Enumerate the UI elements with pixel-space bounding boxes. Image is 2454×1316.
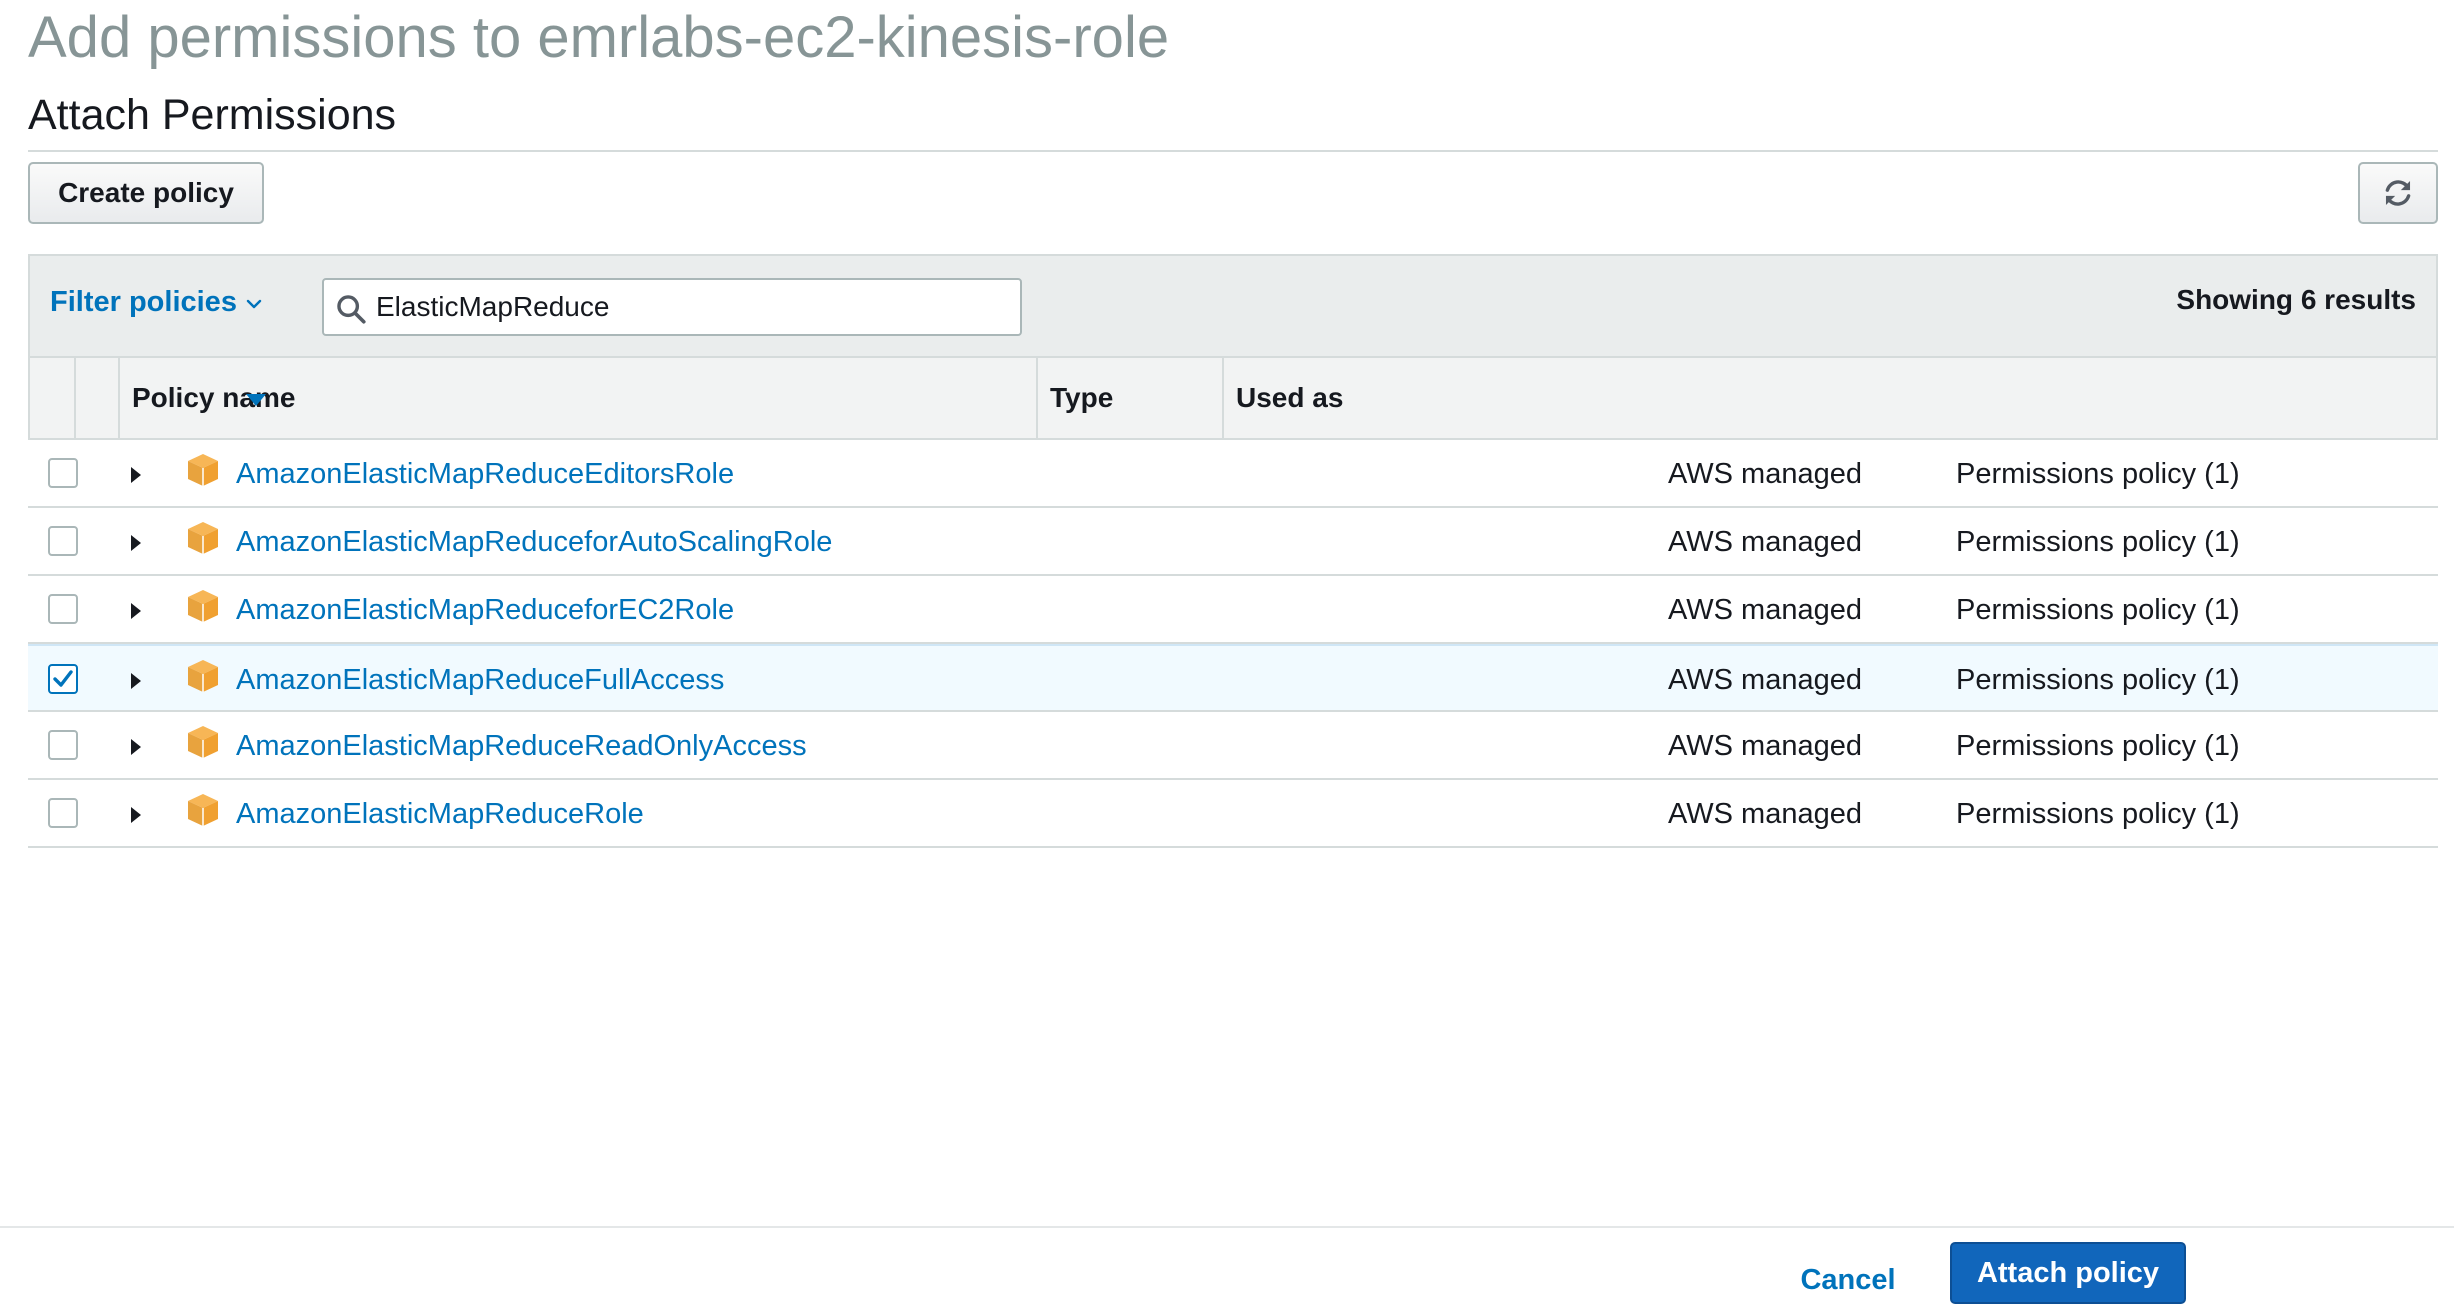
policy-cube-icon [188,794,218,826]
policy-used-as: Permissions policy (1) [1956,730,2240,762]
table-row[interactable]: AmazonElasticMapReduceRole AWS managed P… [28,780,2438,848]
refresh-button[interactable] [2358,162,2438,224]
table-row[interactable]: AmazonElasticMapReduceforAutoScalingRole… [28,508,2438,576]
policy-name-link[interactable]: AmazonElasticMapReduceReadOnlyAccess [236,730,807,763]
checkmark-icon [53,670,73,687]
table-row[interactable]: AmazonElasticMapReduceEditorsRole AWS ma… [28,440,2438,508]
table-header: Policy name Type Used as [28,356,2438,440]
policy-type: AWS managed [1668,594,1862,626]
footer-divider [0,1226,2454,1228]
table-row[interactable]: AmazonElasticMapReduceforEC2Role AWS man… [28,576,2438,644]
row-checkbox[interactable] [48,730,78,760]
policy-type: AWS managed [1668,458,1862,490]
search-box[interactable] [322,278,1022,336]
expand-arrow-icon[interactable] [130,672,142,690]
column-divider [118,358,120,438]
policy-name-link[interactable]: AmazonElasticMapReduceEditorsRole [236,458,734,491]
table-body: AmazonElasticMapReduceEditorsRole AWS ma… [28,440,2438,848]
results-count: Showing 6 results [2176,284,2416,315]
search-input[interactable] [376,284,1006,330]
table-row-selected[interactable]: AmazonElasticMapReduceFullAccess AWS man… [28,644,2438,712]
column-header-type[interactable]: Type [1050,382,1113,414]
policy-cube-icon [188,590,218,622]
divider [28,150,2438,152]
chevron-down-icon[interactable] [242,292,266,316]
policy-type: AWS managed [1668,798,1862,830]
cancel-button[interactable]: Cancel [1778,1252,1918,1308]
page-title: Add permissions to emrlabs-ec2-kinesis-r… [28,5,1170,70]
row-checkbox[interactable] [48,526,78,556]
policy-cube-icon [188,522,218,554]
policy-name-link[interactable]: AmazonElasticMapReduceFullAccess [236,664,724,697]
column-divider [1036,358,1038,438]
sort-down-icon[interactable] [246,394,266,406]
attach-policy-button[interactable]: Attach policy [1950,1242,2186,1304]
policy-name-link[interactable]: AmazonElasticMapReduceRole [236,798,644,831]
section-title: Attach Permissions [28,91,397,139]
row-checkbox[interactable] [48,594,78,624]
expand-arrow-icon[interactable] [130,602,142,620]
policy-used-as: Permissions policy (1) [1956,664,2240,696]
policy-used-as: Permissions policy (1) [1956,594,2240,626]
policy-used-as: Permissions policy (1) [1956,798,2240,830]
create-policy-button[interactable]: Create policy [28,162,264,224]
filter-bar: Filter policies Showing 6 results [28,254,2438,356]
expand-arrow-icon[interactable] [130,806,142,824]
policy-used-as: Permissions policy (1) [1956,526,2240,558]
row-checkbox-checked[interactable] [48,664,78,694]
expand-arrow-icon[interactable] [130,534,142,552]
policy-used-as: Permissions policy (1) [1956,458,2240,490]
column-header-policy-name[interactable]: Policy name [132,382,295,414]
table-row[interactable]: AmazonElasticMapReduceReadOnlyAccess AWS… [28,712,2438,780]
policy-cube-icon [188,660,218,692]
expand-arrow-icon[interactable] [130,738,142,756]
row-checkbox[interactable] [48,458,78,488]
policy-type: AWS managed [1668,730,1862,762]
policy-name-link[interactable]: AmazonElasticMapReduceforEC2Role [236,594,734,627]
policy-cube-icon [188,454,218,486]
refresh-icon [2385,180,2411,206]
row-checkbox[interactable] [48,798,78,828]
policy-type: AWS managed [1668,664,1862,696]
column-divider [1222,358,1224,438]
search-icon [337,295,366,324]
column-header-used-as[interactable]: Used as [1236,382,1343,414]
policy-type: AWS managed [1668,526,1862,558]
column-divider [74,358,76,438]
policy-cube-icon [188,726,218,758]
policy-name-link[interactable]: AmazonElasticMapReduceforAutoScalingRole [236,526,832,559]
filter-policies-dropdown[interactable]: Filter policies [50,286,237,319]
expand-arrow-icon[interactable] [130,466,142,484]
policies-table: Filter policies Showing 6 results Policy… [28,254,2438,850]
